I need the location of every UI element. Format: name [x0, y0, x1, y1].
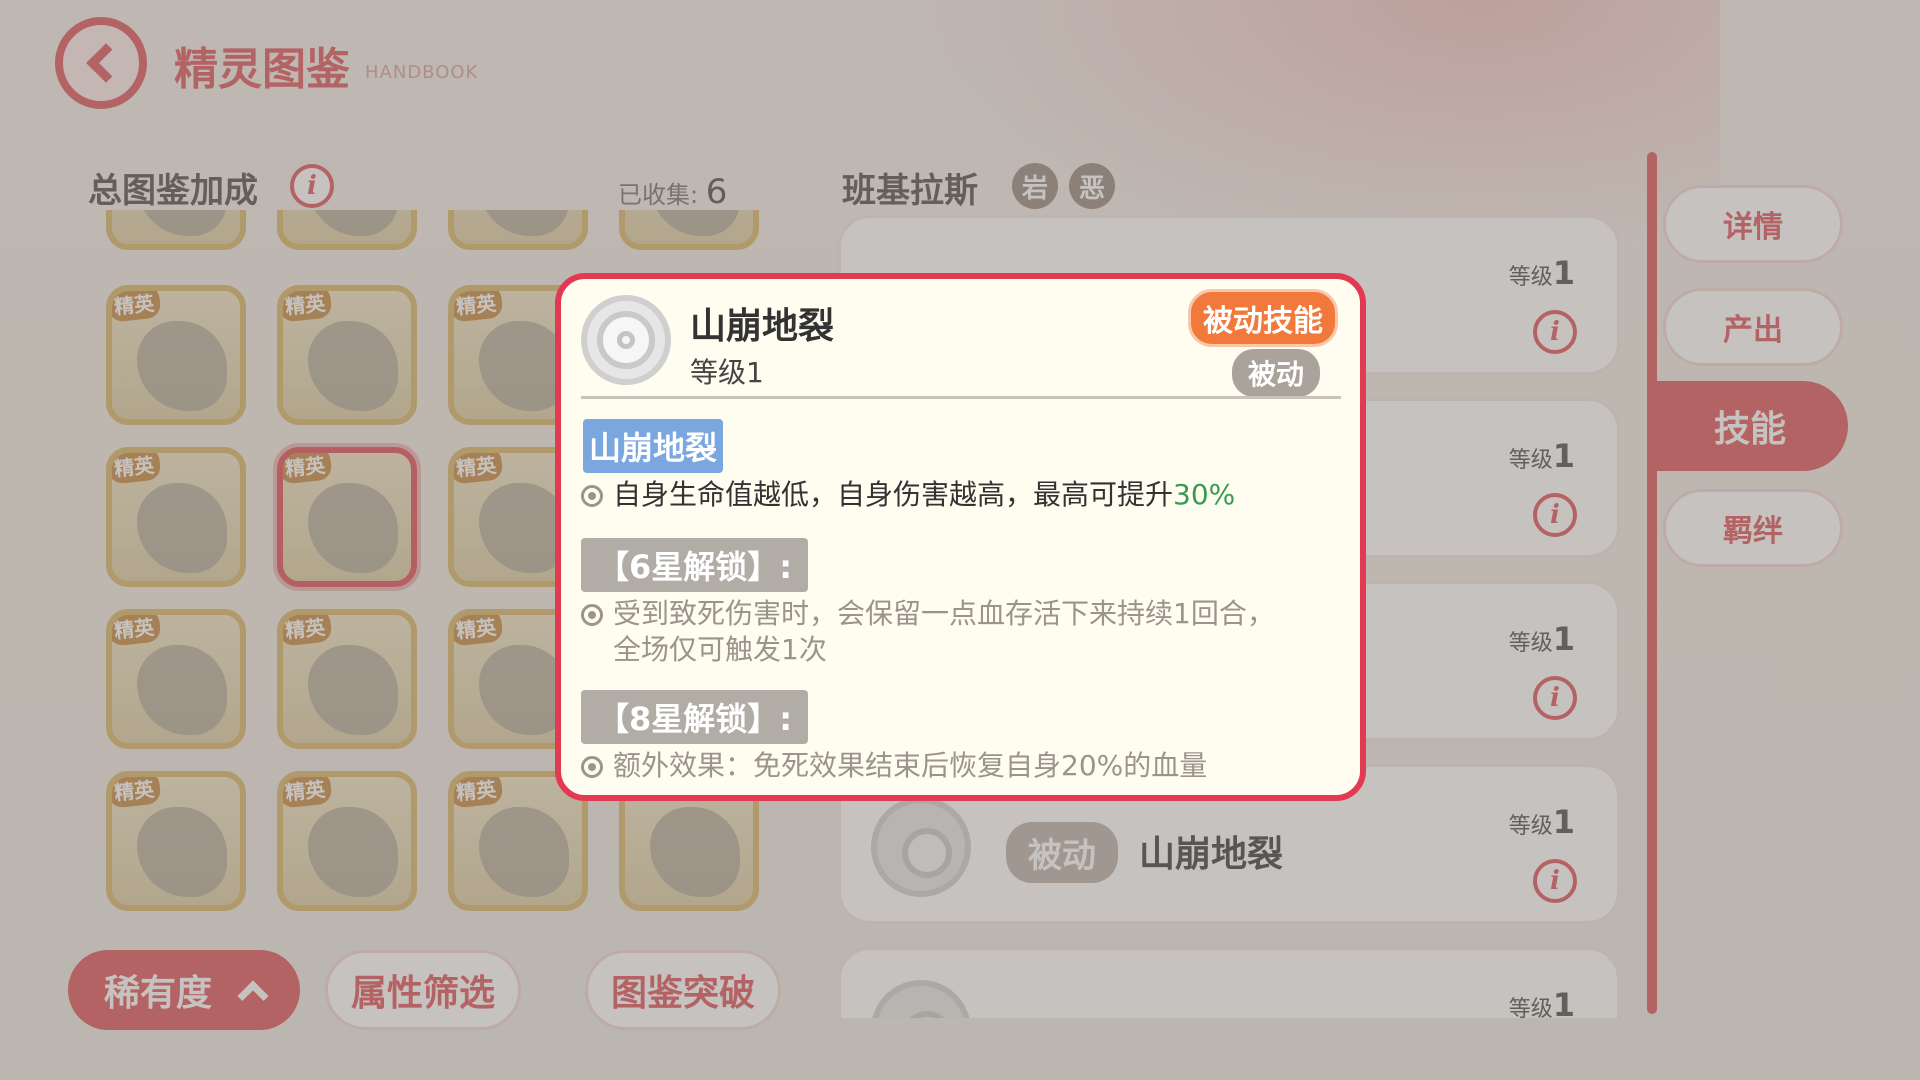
skill-detail-popup: 山崩地裂 等级1 被动技能 被动 山崩地裂 自身生命值越低，自身伤害越高，最高可…	[555, 273, 1366, 801]
bullet-icon	[581, 756, 603, 778]
unlock-8-star-text: 额外效果：免死效果结束后恢复自身20%的血量	[613, 749, 1208, 782]
unlock-6-star-text-1: 受到致死伤害时，会保留一点血存活下来持续1回合，	[613, 597, 1275, 630]
effect-title: 山崩地裂	[583, 419, 724, 473]
pokeball-icon	[581, 295, 671, 385]
popup-divider	[581, 396, 1341, 399]
bullet-icon	[581, 485, 603, 507]
effect-text: 自身生命值越低，自身伤害越高，最高可提升	[613, 478, 1174, 511]
unlock-6-star-title: 【6星解锁】:	[581, 538, 809, 592]
bullet-icon	[581, 604, 603, 626]
popup-skill-title: 山崩地裂	[690, 306, 835, 347]
effect-line: 自身生命值越低，自身伤害越高，最高可提升30%	[581, 477, 1235, 513]
effect-value: 30%	[1173, 478, 1236, 511]
skill-type-tag: 被动	[1231, 349, 1320, 397]
unlock-8-star-title: 【8星解锁】:	[581, 690, 809, 744]
unlock-6-star-line: 受到致死伤害时，会保留一点血存活下来持续1回合， 全场仅可触发1次	[581, 596, 1275, 668]
unlock-6-star-text-2: 全场仅可触发1次	[613, 633, 827, 666]
unlock-8-star-line: 额外效果：免死效果结束后恢复自身20%的血量	[581, 748, 1207, 784]
popup-skill-level: 等级1	[690, 356, 764, 389]
skill-category-badge: 被动技能	[1188, 289, 1338, 347]
